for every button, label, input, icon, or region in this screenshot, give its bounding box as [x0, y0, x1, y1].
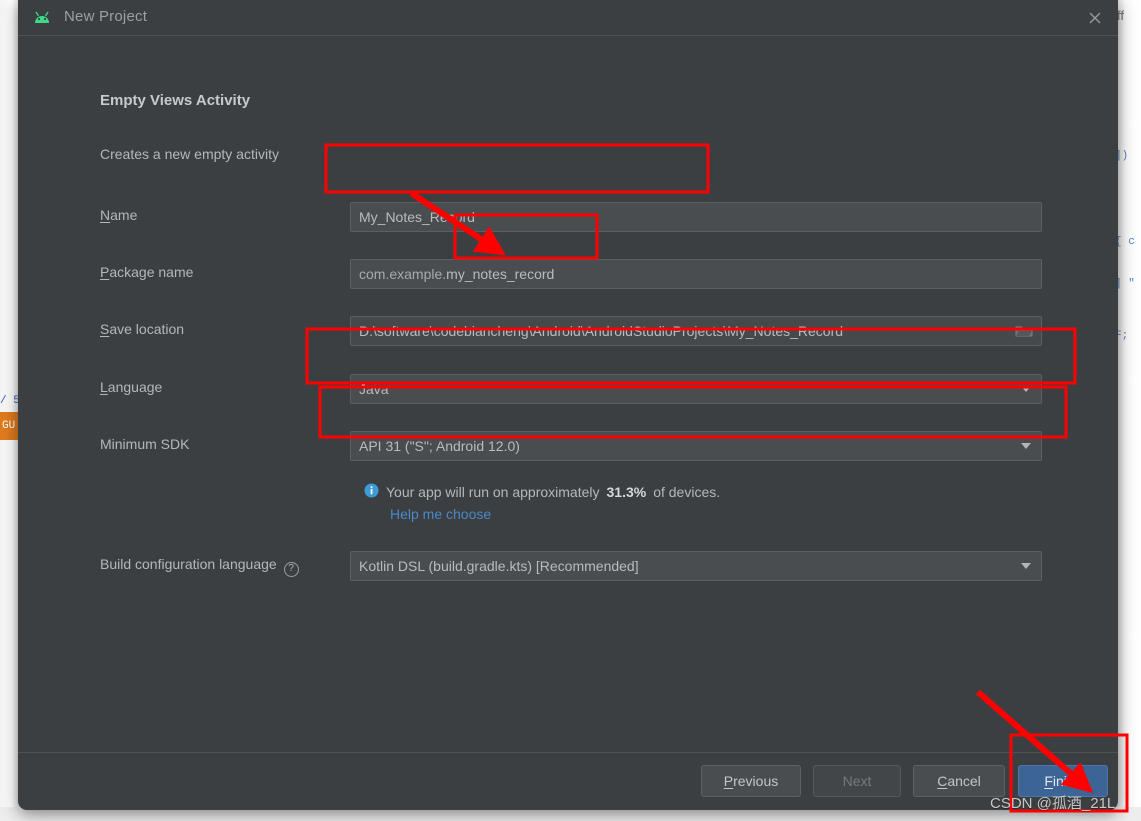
- info-text-before: Your app will run on approximately: [386, 484, 600, 500]
- build-config-language-label-text: Build configuration language: [100, 556, 277, 572]
- package-name-prefix: com.example.: [359, 266, 447, 282]
- language-label-text: anguage: [107, 379, 163, 395]
- finish-button-label: inish: [1052, 773, 1082, 789]
- new-project-dialog: New Project Empty Views Activity Creates…: [18, 0, 1118, 810]
- save-location-label: Save location: [100, 321, 184, 337]
- background-code-fragment: / 5: [0, 395, 20, 407]
- package-name-label: Package name: [100, 264, 193, 280]
- mnemonic-letter: P: [100, 264, 110, 280]
- info-percent: 31.3%: [606, 484, 647, 500]
- mnemonic-letter: P: [723, 773, 734, 789]
- build-config-language-value: Kotlin DSL (build.gradle.kts) [Recommend…: [359, 558, 639, 574]
- language-label: Language: [100, 379, 162, 395]
- name-input[interactable]: My_Notes_Record: [350, 202, 1042, 232]
- cancel-button-label: ancel: [947, 773, 981, 789]
- language-select-value: Java: [359, 381, 389, 397]
- package-name-input[interactable]: com.example. my_notes_record: [350, 259, 1042, 289]
- form-row-save-location: Save location D:\software\codebiancheng\…: [18, 316, 1118, 346]
- dialog-title: New Project: [64, 8, 148, 25]
- help-me-choose-link[interactable]: Help me choose: [390, 506, 491, 522]
- form-row-minimum-sdk: Minimum SDK API 31 ("S"; Android 12.0): [18, 431, 1118, 461]
- android-robot-icon: [32, 10, 52, 24]
- page-description: Creates a new empty activity: [100, 146, 279, 162]
- form-row-build-config-language: Build configuration language? Kotlin DSL…: [18, 551, 1118, 581]
- next-button[interactable]: Next: [813, 765, 901, 797]
- info-text-after: of devices.: [653, 484, 721, 500]
- previous-button-label: revious: [733, 773, 779, 789]
- next-button-label: Next: [842, 773, 872, 789]
- mnemonic-letter: C: [937, 773, 948, 789]
- dialog-button-bar: Previous Next Cancel Finish: [18, 752, 1118, 810]
- page-title: Empty Views Activity: [100, 92, 251, 109]
- language-select[interactable]: Java: [350, 374, 1042, 404]
- info-icon: [364, 483, 379, 501]
- chevron-down-icon: [1021, 563, 1031, 569]
- mnemonic-letter: F: [1044, 773, 1053, 789]
- csdn-watermark: CSDN @孤酒_21L: [990, 795, 1116, 812]
- folder-icon[interactable]: [1015, 324, 1033, 338]
- mnemonic-letter: S: [100, 321, 110, 337]
- dialog-titlebar: New Project: [18, 0, 1118, 36]
- build-config-language-label: Build configuration language?: [100, 556, 299, 577]
- save-location-input[interactable]: D:\software\codebiancheng\Android\Androi…: [350, 316, 1042, 346]
- background-ide-right-sliver: ff ]) { c ] " F;: [1115, 0, 1141, 821]
- form-row-package-name: Package name com.example. my_notes_record: [18, 259, 1118, 289]
- mnemonic-letter: N: [100, 207, 111, 223]
- minimum-sdk-label: Minimum SDK: [100, 436, 190, 452]
- chevron-down-icon: [1021, 443, 1031, 449]
- form-row-language: Language Java: [18, 374, 1118, 404]
- minimum-sdk-select[interactable]: API 31 ("S"; Android 12.0): [350, 431, 1042, 461]
- question-mark-icon[interactable]: ?: [283, 561, 299, 577]
- package-name-suffix: my_notes_record: [446, 266, 555, 282]
- chevron-down-icon: [1021, 386, 1031, 392]
- background-window-title-fragment: ff: [1117, 8, 1124, 23]
- name-label-text: ame: [110, 207, 138, 223]
- mnemonic-letter: L: [100, 379, 108, 395]
- close-icon[interactable]: [1072, 0, 1118, 36]
- package-name-label-text: ackage name: [109, 264, 194, 280]
- form-row-name: Name My_Notes_Record: [18, 202, 1118, 232]
- save-location-value: D:\software\codebiancheng\Android\Androi…: [359, 323, 844, 339]
- minimum-sdk-select-value: API 31 ("S"; Android 12.0): [359, 438, 520, 454]
- save-location-label-text: ave location: [109, 321, 185, 337]
- sdk-coverage-info: Your app will run on approximately 31.3%…: [364, 483, 720, 501]
- build-config-language-select[interactable]: Kotlin DSL (build.gradle.kts) [Recommend…: [350, 551, 1042, 581]
- previous-button[interactable]: Previous: [701, 765, 801, 797]
- name-input-value: My_Notes_Record: [359, 209, 475, 225]
- dialog-body: Empty Views Activity Creates a new empty…: [18, 36, 1118, 752]
- name-label: Name: [100, 207, 137, 223]
